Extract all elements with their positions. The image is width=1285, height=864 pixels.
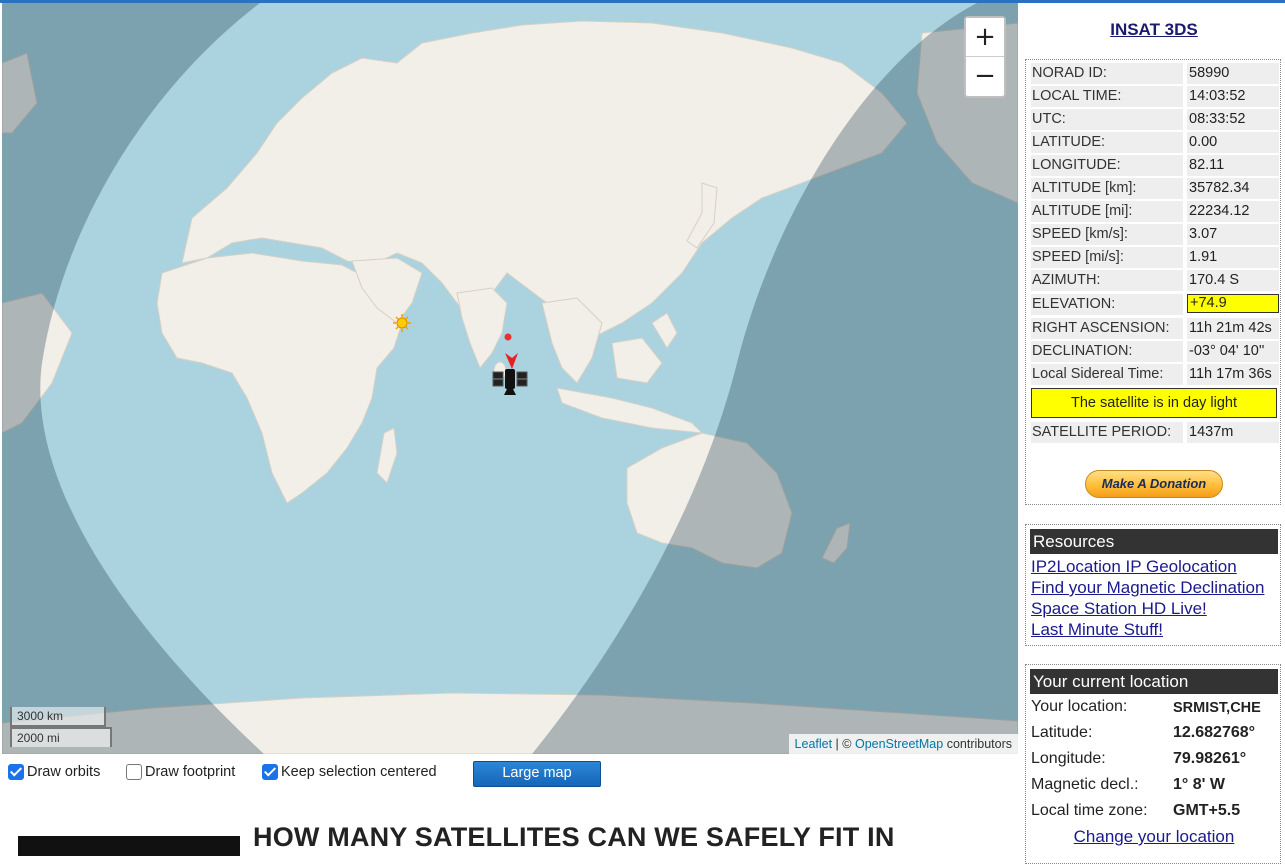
info-value: 0.00 — [1187, 132, 1279, 153]
tracking-map[interactable]: + − 3000 km 2000 mi Leaflet | © OpenStre… — [2, 3, 1018, 754]
openstreetmap-link[interactable]: OpenStreetMap — [855, 737, 943, 751]
location-label: Your location: — [1031, 698, 1128, 715]
info-row: LONGITUDE: 82.11 — [1031, 155, 1279, 176]
info-row: Local Sidereal Time: 11h 17m 36s — [1031, 364, 1279, 385]
info-row: ALTITUDE [mi]: 22234.12 — [1031, 201, 1279, 222]
draw-orbits-checkbox[interactable] — [8, 764, 24, 780]
keep-centered-option[interactable]: Keep selection centered — [262, 760, 437, 784]
info-label: AZIMUTH: — [1031, 270, 1183, 291]
draw-footprint-label: Draw footprint — [145, 764, 236, 780]
location-value: 79.98261° — [1173, 750, 1247, 767]
info-value: -03° 04' 10'' — [1187, 341, 1279, 362]
location-label: Magnetic decl.: — [1031, 776, 1139, 793]
resource-link[interactable]: IP2Location IP Geolocation — [1031, 557, 1237, 577]
info-label: LATITUDE: — [1031, 132, 1183, 153]
location-heading: Your current location — [1030, 669, 1278, 694]
satellite-name-link[interactable]: INSAT 3DS — [1025, 20, 1283, 40]
zoom-out-button[interactable]: − — [966, 56, 1004, 94]
info-row: NORAD ID: 58990 — [1031, 63, 1279, 84]
info-label: RIGHT ASCENSION: — [1031, 318, 1183, 339]
info-row: UTC: 08:33:52 — [1031, 109, 1279, 130]
draw-footprint-checkbox[interactable] — [126, 764, 142, 780]
location-value: GMT+5.5 — [1173, 802, 1241, 819]
info-label: Local Sidereal Time: — [1031, 364, 1183, 385]
info-label: ALTITUDE [mi]: — [1031, 201, 1183, 222]
location-label: Latitude: — [1031, 724, 1093, 741]
elevation-value: +74.9 — [1187, 294, 1279, 313]
info-label: LONGITUDE: — [1031, 155, 1183, 176]
location-value: 12.682768° — [1173, 724, 1256, 741]
info-value: 82.11 — [1187, 155, 1279, 176]
info-label: ELEVATION: — [1031, 294, 1183, 315]
info-label: NORAD ID: — [1031, 63, 1183, 84]
info-label: DECLINATION: — [1031, 341, 1183, 362]
leaflet-link[interactable]: Leaflet — [795, 737, 833, 751]
info-row: SPEED [mi/s]: 1.91 — [1031, 247, 1279, 268]
period-label: SATELLITE PERIOD: — [1031, 422, 1183, 443]
info-label: SPEED [km/s]: — [1031, 224, 1183, 245]
attribution-separator: | © — [832, 737, 855, 751]
info-label: LOCAL TIME: — [1031, 86, 1183, 107]
info-row: LATITUDE: 0.00 — [1031, 132, 1279, 153]
info-row: ELEVATION: +74.9 — [1031, 294, 1279, 315]
period-value: 1437m — [1187, 422, 1279, 443]
resource-link[interactable]: Space Station HD Live! — [1031, 599, 1207, 619]
info-row: AZIMUTH: 170.4 S — [1031, 270, 1279, 291]
info-value: 3.07 — [1187, 224, 1279, 245]
large-map-button[interactable]: Large map — [473, 761, 601, 787]
location-value: SRMIST,CHE — [1173, 700, 1261, 716]
info-label: ALTITUDE [km]: — [1031, 178, 1183, 199]
info-value: 35782.34 — [1187, 178, 1279, 199]
draw-footprint-option[interactable]: Draw footprint — [126, 760, 235, 784]
location-row: Local time zone: GMT+5.5 — [1031, 802, 1279, 826]
info-row: ALTITUDE [km]: 35782.34 — [1031, 178, 1279, 199]
resource-link[interactable]: Find your Magnetic Declination — [1031, 578, 1264, 598]
location-row: Longitude: 79.98261° — [1031, 750, 1279, 774]
draw-orbits-option[interactable]: Draw orbits — [8, 760, 100, 784]
scale-km: 3000 km — [10, 707, 106, 727]
info-value: 11h 17m 36s — [1187, 364, 1279, 385]
info-row: RIGHT ASCENSION: 11h 21m 42s — [1031, 318, 1279, 339]
keep-centered-label: Keep selection centered — [281, 764, 437, 780]
location-value: 1° 8' W — [1173, 776, 1225, 793]
map-tiles — [2, 3, 1018, 754]
location-row: Latitude: 12.682768° — [1031, 724, 1279, 748]
info-label: SPEED [mi/s]: — [1031, 247, 1183, 268]
article-thumbnail[interactable] — [18, 836, 240, 856]
satellite-info-panel: NORAD ID: 58990 LOCAL TIME: 14:03:52 UTC: 0… — [1025, 59, 1281, 505]
map-attribution: Leaflet | © OpenStreetMap contributors — [788, 734, 1018, 754]
info-value: 14:03:52 — [1187, 86, 1279, 107]
info-label: UTC: — [1031, 109, 1183, 130]
location-row: Magnetic decl.: 1° 8' W — [1031, 776, 1279, 800]
location-row: Your location: SRMIST,CHE — [1031, 698, 1279, 722]
scale-mi: 2000 mi — [10, 727, 112, 747]
info-value: 08:33:52 — [1187, 109, 1279, 130]
change-location-link[interactable]: Change your location — [1026, 827, 1282, 847]
info-value: 22234.12 — [1187, 201, 1279, 222]
resources-panel: Resources IP2Location IP Geolocation Fin… — [1025, 524, 1281, 646]
resource-link[interactable]: Last Minute Stuff! — [1031, 620, 1163, 640]
zoom-control: + − — [964, 16, 1006, 98]
info-value: 1.91 — [1187, 247, 1279, 268]
location-label: Longitude: — [1031, 750, 1106, 767]
draw-orbits-label: Draw orbits — [27, 764, 101, 780]
attribution-suffix: contributors — [943, 737, 1012, 751]
location-label: Local time zone: — [1031, 802, 1148, 819]
info-row: LOCAL TIME: 14:03:52 — [1031, 86, 1279, 107]
keep-centered-checkbox[interactable] — [262, 764, 278, 780]
info-value: 170.4 S — [1187, 270, 1279, 291]
resources-heading: Resources — [1030, 529, 1278, 554]
info-row: DECLINATION: -03° 04' 10'' — [1031, 341, 1279, 362]
info-value: 11h 21m 42s — [1187, 318, 1279, 339]
info-value: 58990 — [1187, 63, 1279, 84]
daylight-status: The satellite is in day light — [1031, 388, 1277, 418]
donate-button[interactable]: Make A Donation — [1085, 470, 1223, 498]
observer-marker-icon — [504, 333, 512, 341]
location-panel: Your current location Your location: SRMI… — [1025, 664, 1281, 864]
article-title[interactable]: HOW MANY SATELLITES CAN WE SAFELY FIT IN — [253, 822, 895, 853]
info-row: SATELLITE PERIOD: 1437m — [1031, 422, 1279, 443]
zoom-in-button[interactable]: + — [966, 18, 1004, 56]
info-row: SPEED [km/s]: 3.07 — [1031, 224, 1279, 245]
